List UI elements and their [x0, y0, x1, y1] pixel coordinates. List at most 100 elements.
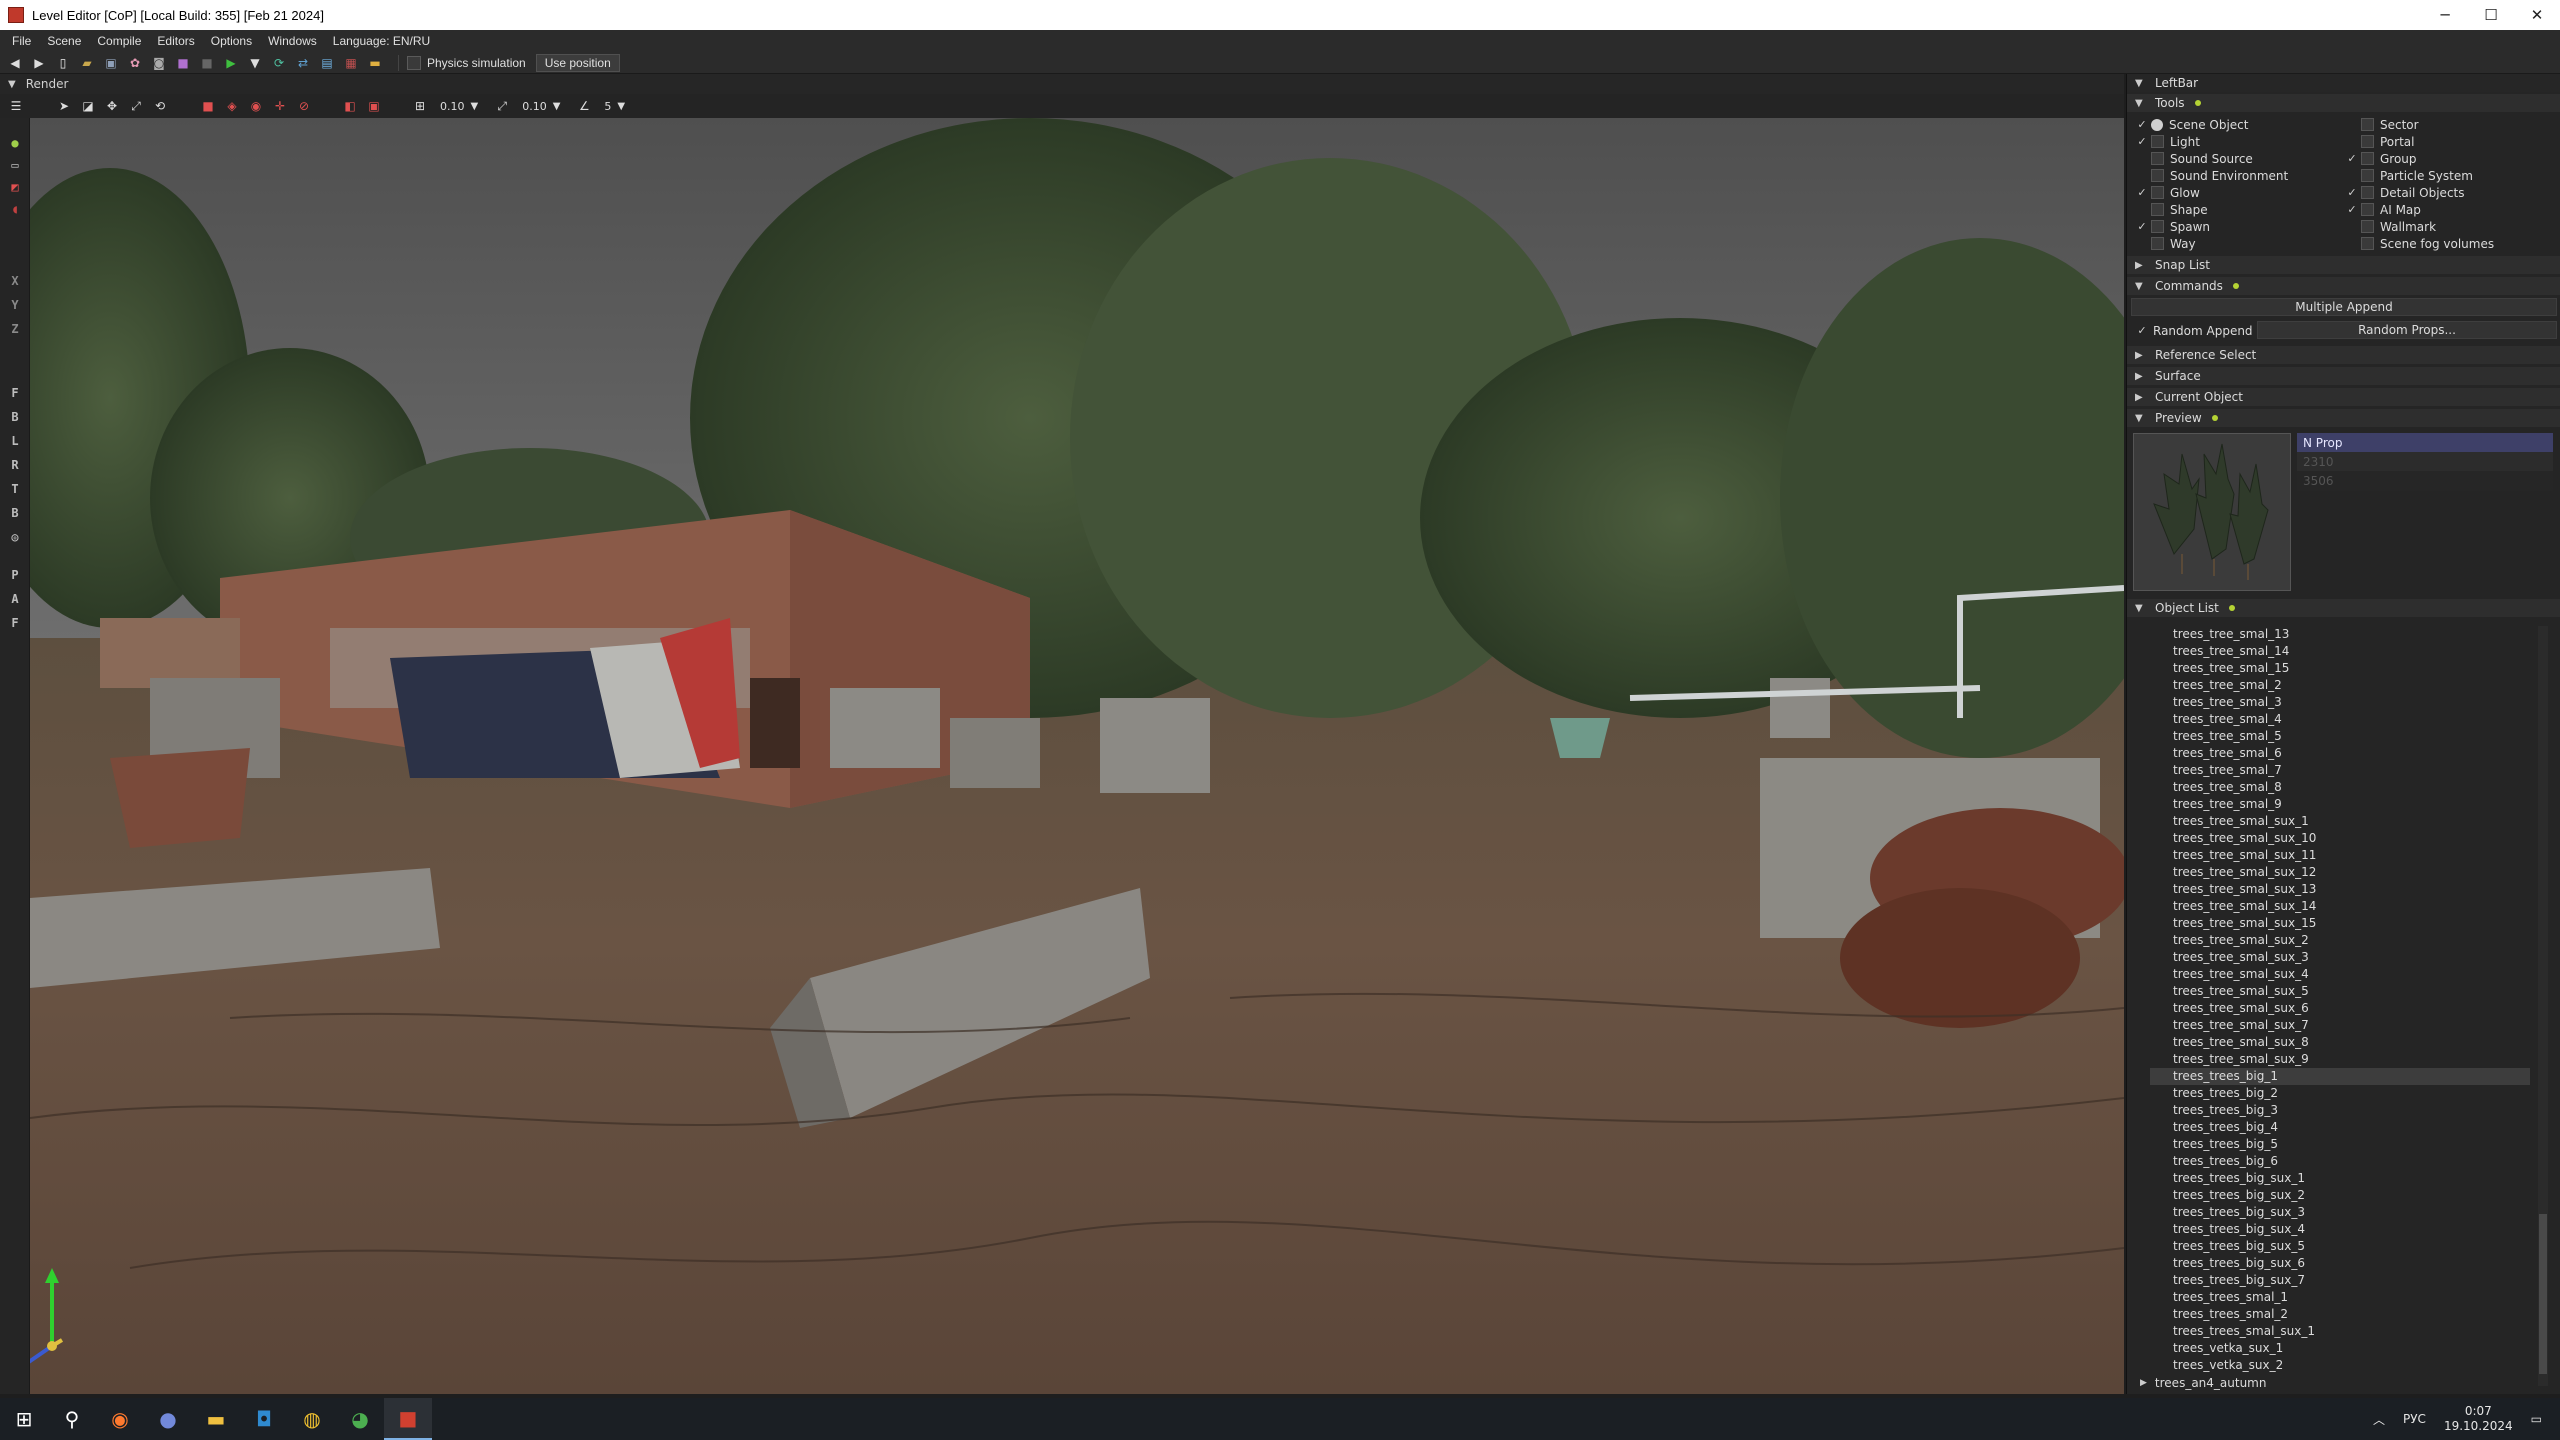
view-right-button[interactable]: R [8, 458, 22, 472]
section-object-list[interactable]: ▼ Object List [2127, 599, 2560, 617]
tool-sound-source[interactable]: Sound Source [2135, 150, 2253, 167]
random-append-row[interactable]: ✓ Random Append [2135, 322, 2252, 339]
film-icon[interactable]: ▦ [342, 54, 360, 72]
tool-light[interactable]: ✓ Light [2135, 133, 2200, 150]
axis-z-button[interactable]: Z [8, 322, 22, 336]
radio-box[interactable] [2361, 152, 2374, 165]
list-item[interactable]: trees_trees_big_3 [2150, 1102, 2530, 1119]
tool-ai-map[interactable]: ✓ AI Map [2345, 201, 2421, 218]
expand-arrow-icon[interactable]: ▶ [2135, 350, 2145, 361]
list-item[interactable]: trees_trees_big_2 [2150, 1085, 2530, 1102]
select-cursor-icon[interactable]: ➤ [56, 98, 72, 114]
tool-scene-object[interactable]: ✓ Scene Object [2135, 116, 2248, 133]
collapse-arrow-icon[interactable]: ▼ [8, 79, 16, 90]
keyboard-language-indicator[interactable]: РУС [2403, 1412, 2426, 1426]
radio-box[interactable] [2151, 135, 2164, 148]
tool-portal[interactable]: Portal [2345, 133, 2414, 150]
camera-icon[interactable]: ◙ [150, 54, 168, 72]
radio-box[interactable] [2151, 237, 2164, 250]
snap-link-icon[interactable]: ⊘ [296, 98, 312, 114]
play-icon[interactable]: ▶ [222, 54, 240, 72]
random-props-button[interactable]: Random Props... [2257, 321, 2557, 339]
list-item[interactable]: trees_trees_smal_sux_1 [2150, 1323, 2530, 1340]
object-list-scrollbar[interactable] [2538, 626, 2548, 1386]
rotate-icon[interactable]: ⟲ [152, 98, 168, 114]
list-item[interactable]: trees_trees_big_sux_6 [2150, 1255, 2530, 1272]
snap-object-icon[interactable]: ■ [200, 98, 216, 114]
view-bottom-button[interactable]: B [8, 506, 22, 520]
list-item[interactable]: trees_trees_big_sux_2 [2150, 1187, 2530, 1204]
expand-arrow-icon[interactable]: ▼ [2135, 98, 2145, 109]
image-icon[interactable]: ▤ [318, 54, 336, 72]
radio-box[interactable] [2361, 169, 2374, 182]
radio-box[interactable] [2361, 237, 2374, 250]
grid-icon[interactable]: ⊞ [412, 98, 428, 114]
scale-step-icon[interactable]: ⤢ [494, 98, 510, 114]
expand-arrow-icon[interactable]: ▶ [2135, 392, 2145, 403]
multiple-append-button[interactable]: Multiple Append [2131, 298, 2557, 316]
reset-view-icon[interactable]: ◎ [8, 530, 22, 544]
menu-scene[interactable]: Scene [39, 34, 89, 48]
fly-mode-button[interactable]: F [8, 616, 22, 630]
menu-options[interactable]: Options [203, 34, 260, 48]
render-viewport[interactable] [30, 118, 2124, 1394]
tool-way[interactable]: Way [2135, 235, 2196, 252]
list-item[interactable]: trees_trees_big_sux_5 [2150, 1238, 2530, 1255]
list-item[interactable]: trees_tree_smal_sux_15 [2150, 915, 2530, 932]
grid-step-dropdown-icon[interactable]: ▼ [471, 101, 479, 112]
list-item[interactable]: trees_tree_smal_7 [2150, 762, 2530, 779]
angle-step-value[interactable]: 5 [604, 100, 611, 113]
snap-move-icon[interactable]: ✛ [272, 98, 288, 114]
collapse-arrow-icon[interactable]: ▼ [2135, 603, 2145, 614]
tool-shape[interactable]: Shape [2135, 201, 2208, 218]
folder-icon[interactable]: ▬ [366, 54, 384, 72]
radio-box[interactable] [2361, 118, 2374, 131]
play-dropdown-icon[interactable]: ▼ [246, 54, 264, 72]
collapse-arrow-icon[interactable]: ▼ [2135, 78, 2145, 89]
section-commands[interactable]: ▼ Commands [2127, 277, 2560, 295]
radio-selected-icon[interactable] [2151, 118, 2163, 131]
radio-box[interactable] [2361, 220, 2374, 233]
tray-chevron-up-icon[interactable]: ︿ [2373, 1411, 2385, 1428]
list-item[interactable]: trees_trees_big_sux_3 [2150, 1204, 2530, 1221]
expand-arrow-icon[interactable]: ▶ [2140, 1378, 2147, 1388]
list-item[interactable]: trees_tree_smal_sux_1 [2150, 813, 2530, 830]
camera-view-icon[interactable]: ▭ [8, 158, 22, 172]
list-item[interactable]: trees_tree_smal_sux_5 [2150, 983, 2530, 1000]
list-item[interactable]: trees_tree_smal_15 [2150, 660, 2530, 677]
scale-icon[interactable]: ⤢ [128, 98, 144, 114]
snap-grid-icon[interactable]: ◧ [342, 98, 358, 114]
grid-step-value[interactable]: 0.10 [440, 100, 465, 113]
tool-group[interactable]: ✓ Group [2345, 150, 2416, 167]
list-item[interactable]: trees_tree_smal_sux_14 [2150, 898, 2530, 915]
search-icon[interactable]: ⚲ [48, 1398, 96, 1440]
build-icon[interactable]: ■ [174, 54, 192, 72]
list-item[interactable]: trees_trees_big_5 [2150, 1136, 2530, 1153]
list-item[interactable]: trees_tree_smal_sux_4 [2150, 966, 2530, 983]
menu-windows[interactable]: Windows [260, 34, 325, 48]
layers-icon[interactable]: ◩ [8, 180, 22, 194]
hamburger-menu-icon[interactable]: ☰ [8, 98, 24, 114]
radio-box[interactable] [2361, 186, 2374, 199]
list-item[interactable]: trees_vetka_sux_2 [2150, 1357, 2530, 1374]
redo-icon[interactable]: ▶ [30, 54, 48, 72]
menu-language[interactable]: Language: EN/RU [325, 34, 438, 48]
magnet-icon[interactable]: ◖ [8, 202, 22, 216]
scale-step-dropdown-icon[interactable]: ▼ [553, 101, 561, 112]
render-panel-header[interactable]: ▼ Render [0, 74, 2124, 94]
list-item[interactable]: trees_trees_big_4 [2150, 1119, 2530, 1136]
tool-wallmark[interactable]: Wallmark [2345, 218, 2436, 235]
list-item[interactable]: trees_tree_smal_4 [2150, 711, 2530, 728]
radio-box[interactable] [2151, 152, 2164, 165]
list-item[interactable]: trees_tree_smal_sux_2 [2150, 932, 2530, 949]
new-file-icon[interactable]: ▯ [54, 54, 72, 72]
menu-editors[interactable]: Editors [149, 34, 202, 48]
tool-sector[interactable]: Sector [2345, 116, 2419, 133]
radio-box[interactable] [2151, 186, 2164, 199]
pivot-icon[interactable]: ● [8, 136, 22, 150]
chrome-icon[interactable]: ◕ [336, 1398, 384, 1440]
tool-sound-environment[interactable]: Sound Environment [2135, 167, 2288, 184]
store-icon[interactable]: ◘ [240, 1398, 288, 1440]
save-icon[interactable]: ▣ [102, 54, 120, 72]
level-editor-taskbar-icon[interactable]: ■ [384, 1398, 432, 1440]
